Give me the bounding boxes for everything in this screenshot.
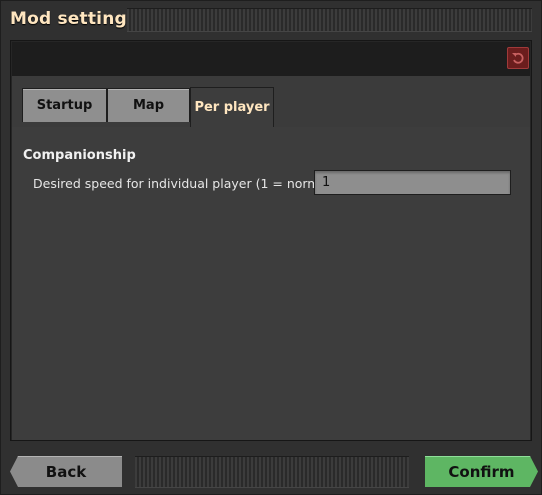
desired-speed-input[interactable]: 1	[314, 170, 511, 195]
back-button[interactable]: Back	[10, 456, 122, 487]
window-title: Mod settings	[10, 9, 138, 29]
toolbar-strip	[12, 42, 530, 77]
settings-panel: Companionship Desired speed for individu…	[12, 127, 530, 440]
reset-button[interactable]	[507, 47, 529, 69]
footer: Back Confirm	[1, 447, 541, 494]
footer-drag-handle[interactable]	[135, 456, 409, 488]
content-frame: Startup Map Per player Companionship Des…	[10, 40, 532, 441]
tab-per-player[interactable]: Per player	[190, 87, 274, 127]
setting-label-desired-speed: Desired speed for individual player (1 =…	[33, 176, 336, 191]
tabs-row: Startup Map Per player	[12, 76, 530, 127]
undo-arrow-icon	[512, 52, 524, 64]
titlebar: Mod settings	[1, 1, 541, 39]
section-heading: Companionship	[23, 148, 136, 163]
tab-map[interactable]: Map	[107, 88, 190, 122]
confirm-button[interactable]: Confirm	[425, 456, 538, 487]
tab-startup[interactable]: Startup	[22, 88, 107, 122]
mod-settings-window: Mod settings Startup Map Per player Comp…	[0, 0, 542, 495]
titlebar-drag-handle[interactable]	[127, 8, 532, 32]
